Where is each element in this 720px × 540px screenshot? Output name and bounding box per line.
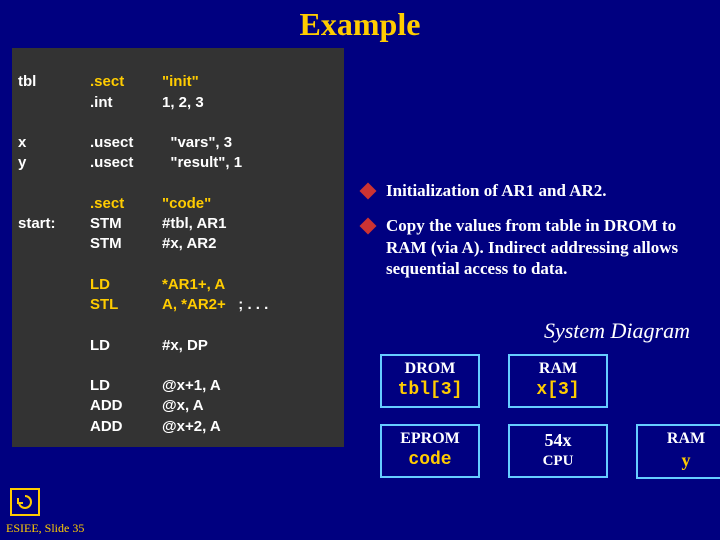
code-arg: "vars", 3	[170, 133, 232, 153]
slide-title: Example	[0, 0, 720, 43]
box-value: tbl[3]	[390, 380, 470, 400]
code-arg: @x+1, A	[162, 376, 221, 396]
code-op: STL	[90, 295, 162, 315]
code-label: start:	[18, 214, 90, 234]
box-value: x[3]	[518, 380, 598, 400]
code-label: y	[18, 153, 90, 173]
code-label: x	[18, 133, 90, 153]
code-op: LD	[90, 275, 162, 295]
code-op: ADD	[90, 396, 162, 416]
box-header: 54x	[518, 430, 598, 451]
code-arg: "init"	[162, 72, 199, 92]
code-arg: #x, DP	[162, 336, 208, 356]
code-op: ADD	[90, 417, 162, 437]
drom-box: DROM tbl[3]	[380, 354, 480, 408]
code-arg: @x+2, A	[162, 417, 221, 437]
code-op: STM	[90, 234, 162, 254]
code-arg: *AR1+, A	[162, 275, 225, 295]
box-header: RAM	[518, 360, 598, 378]
code-arg: "result", 1	[170, 153, 242, 173]
bullet-list: Initialization of AR1 and AR2. Copy the …	[362, 180, 704, 293]
code-arg: A, *AR2+	[162, 295, 226, 315]
code-op: .usect	[90, 133, 162, 153]
box-header: RAM	[646, 430, 720, 448]
slide-footer: ESIEE, Slide 35	[6, 521, 84, 536]
box-header: DROM	[390, 360, 470, 378]
code-label: tbl	[18, 72, 90, 92]
bullet-text: Copy the values from table in DROM to RA…	[386, 215, 704, 279]
code-arg: "code"	[162, 194, 211, 214]
code-op: .usect	[90, 153, 162, 173]
box-value: y	[646, 450, 720, 471]
box-value: code	[390, 450, 470, 470]
diamond-bullet-icon	[360, 183, 377, 200]
cpu-box: 54x CPU	[508, 424, 608, 478]
code-op: .sect	[90, 194, 162, 214]
ram-box: RAM x[3]	[508, 354, 608, 408]
code-arg: @x, A	[162, 396, 204, 416]
code-op: LD	[90, 336, 162, 356]
bullet-text: Initialization of AR1 and AR2.	[386, 180, 607, 201]
diamond-bullet-icon	[360, 218, 377, 235]
code-arg: #tbl, AR1	[162, 214, 226, 234]
system-diagram: DROM tbl[3] EPROM code RAM x[3] 54x CPU …	[380, 354, 720, 479]
code-arg: 1, 2, 3	[162, 93, 204, 113]
code-arg: #x, AR2	[162, 234, 216, 254]
eprom-box: EPROM code	[380, 424, 480, 478]
list-item: Copy the values from table in DROM to RA…	[362, 215, 704, 279]
ram-y-box: RAM y	[636, 424, 720, 479]
diagram-title: System Diagram	[544, 318, 690, 344]
code-op: LD	[90, 376, 162, 396]
code-op: .sect	[90, 72, 162, 92]
list-item: Initialization of AR1 and AR2.	[362, 180, 704, 201]
code-op: STM	[90, 214, 162, 234]
code-listing: tbl.sect"init" .int1, 2, 3 x.usect "vars…	[12, 48, 344, 447]
box-header: EPROM	[390, 430, 470, 448]
box-sub: CPU	[518, 453, 598, 470]
code-comment: ; . . .	[238, 296, 268, 313]
code-op: .int	[90, 93, 162, 113]
back-icon[interactable]	[10, 488, 40, 516]
